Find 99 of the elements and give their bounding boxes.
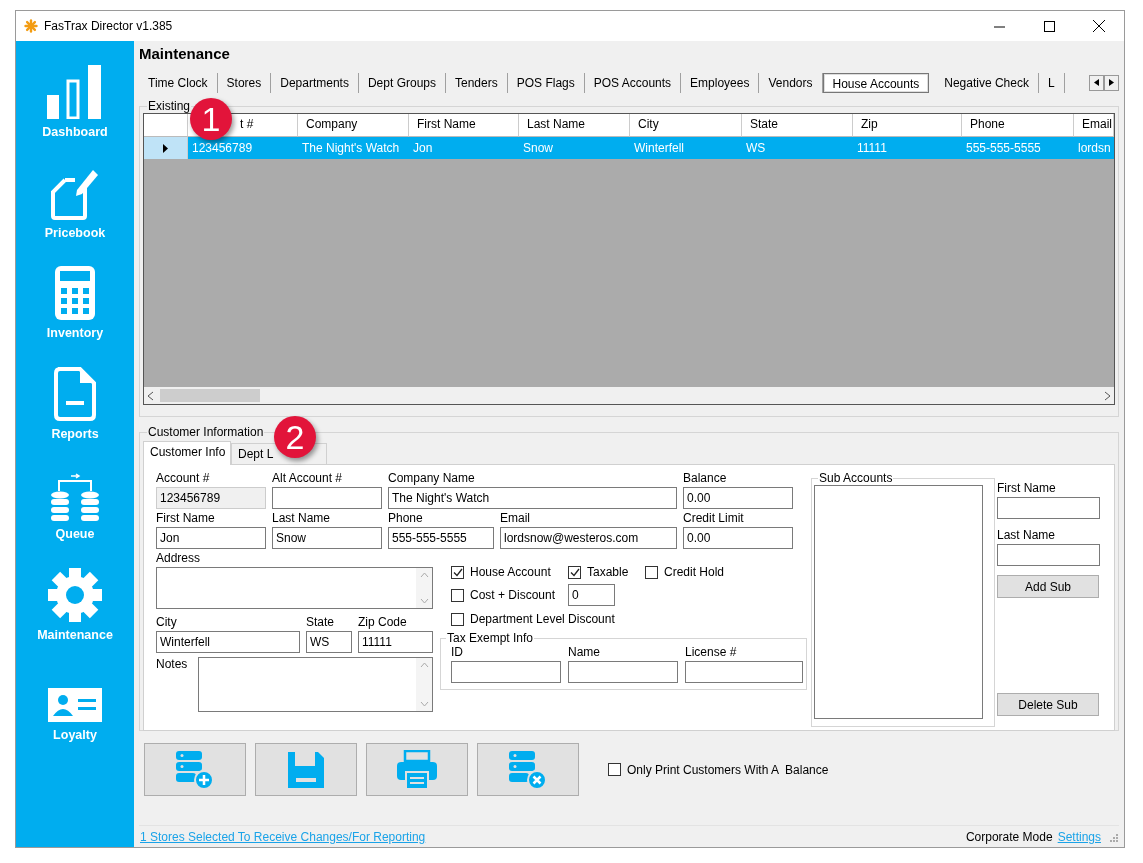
tab[interactable]: Stores [217,72,272,93]
field-label: State [306,615,336,629]
window-title: FasTrax Director v1.385 [44,19,174,33]
row-header[interactable] [144,137,188,159]
table-cell: 123456789 [188,137,298,159]
field-label: Credit Limit [683,511,745,525]
group-title: Sub Accounts [818,471,894,485]
field-label: Address [156,551,202,565]
scroll-left-button[interactable] [1089,74,1104,91]
text-field[interactable]: 555-555-5555 [388,527,494,549]
current-row-icon [163,143,168,153]
text-field[interactable]: 0.00 [683,527,793,549]
field-label: Alt Account # [272,471,344,485]
checkmark-icon [452,567,463,577]
text-field[interactable]: WS [306,631,352,653]
text-field[interactable] [451,661,561,683]
group-title: Existing [147,99,192,113]
group-title: Tax Exempt Info [446,631,535,645]
text-field[interactable] [568,661,678,683]
maximize-icon [1043,20,1055,32]
app-logo-icon [24,19,38,33]
table-cell: Jon [409,137,519,159]
tab[interactable]: Dept Groups [358,72,446,93]
table-cell: Winterfell [630,137,742,159]
close-icon [1093,20,1105,32]
text-field[interactable]: The Night's Watch [388,487,677,509]
text-field[interactable]: Winterfell [156,631,300,653]
checkmark-icon [569,567,580,577]
table-cell: lordsn [1074,137,1114,159]
tab[interactable]: Customer Info [143,441,231,465]
right-arrow-icon [1109,79,1114,86]
column-header[interactable]: State [750,117,779,131]
tab[interactable]: Vendors [759,72,823,93]
calculator-icon [55,266,95,320]
document-icon [54,366,96,421]
field-label: Email [500,511,531,525]
field-label: Last Name [997,528,1057,542]
tab[interactable]: Time Clock [139,72,218,93]
id-card-icon [48,688,102,722]
sub-accounts-list[interactable] [814,485,983,719]
tab[interactable]: POS Accounts [584,72,682,93]
field-label: Balance [683,471,728,485]
text-field[interactable] [685,661,803,683]
field-label: License # [685,645,738,659]
horizontal-scrollbar[interactable] [144,387,1114,404]
tab[interactable]: POS Flags [507,72,585,93]
text-field[interactable]: 11111 [358,631,433,653]
tab[interactable]: Departments [271,72,359,93]
delete-sub-button[interactable]: Delete Sub [997,693,1099,716]
field-label: Company Name [388,471,476,485]
discount-field[interactable]: 0 [568,584,615,606]
checkbox[interactable]: Taxable [568,565,645,579]
bar-chart-icon [47,65,103,119]
checkbox[interactable]: Only Print Customers With A Balance [608,762,829,777]
checkbox[interactable]: Cost + Discount [451,588,568,602]
left-arrow-icon [1094,79,1099,86]
text-field[interactable]: lordsnow@westeros.com [500,527,677,549]
save-icon [286,749,326,790]
column-header[interactable]: Phone [970,117,1005,131]
column-header[interactable]: City [638,117,659,131]
table-cell: The Night's Watch [298,137,409,159]
tab[interactable]: L [1038,72,1065,93]
mode-label: Corporate Mode [965,829,1053,844]
table-cell: Snow [519,137,630,159]
callout-number: 1 [190,98,232,140]
text-field[interactable] [272,487,382,509]
tab[interactable]: Tenders [446,72,508,93]
field-label: ID [451,645,464,659]
text-field[interactable]: Jon [156,527,266,549]
field-label: First Name [997,481,1057,495]
text-field[interactable] [997,497,1100,519]
checkbox[interactable]: Department Level Discount [451,612,615,626]
column-header[interactable]: t # [240,117,254,131]
field-label: City [156,615,178,629]
field-label: Account # [156,471,211,485]
gear-icon [48,567,102,622]
tab[interactable]: Employees [681,72,760,93]
scroll-right-button[interactable] [1104,74,1119,91]
text-field[interactable]: Snow [272,527,382,549]
table-cell: 11111 [853,137,962,159]
column-header[interactable]: Zip [861,117,878,131]
printer-icon [396,749,438,790]
field-label: Zip Code [358,615,408,629]
field-label: Last Name [272,511,332,525]
group-title: Customer Information [147,425,265,439]
table-cell: WS [742,137,853,159]
field-label: Name [568,645,601,659]
field-label: Phone [388,511,424,525]
tab[interactable]: House Accounts [822,72,930,93]
page-title: Maintenance [139,45,230,62]
table-cell: 555-555-5555 [962,137,1074,159]
checkbox[interactable]: House Account [451,565,568,579]
text-field[interactable] [997,544,1100,566]
add-sub-button[interactable]: Add Sub [997,575,1099,598]
tab[interactable]: Negative Check [935,72,1039,93]
checkbox[interactable]: Credit Hold [645,565,725,579]
field-label: First Name [156,511,216,525]
field-label: Notes [156,657,189,673]
text-field[interactable]: 0.00 [683,487,793,509]
